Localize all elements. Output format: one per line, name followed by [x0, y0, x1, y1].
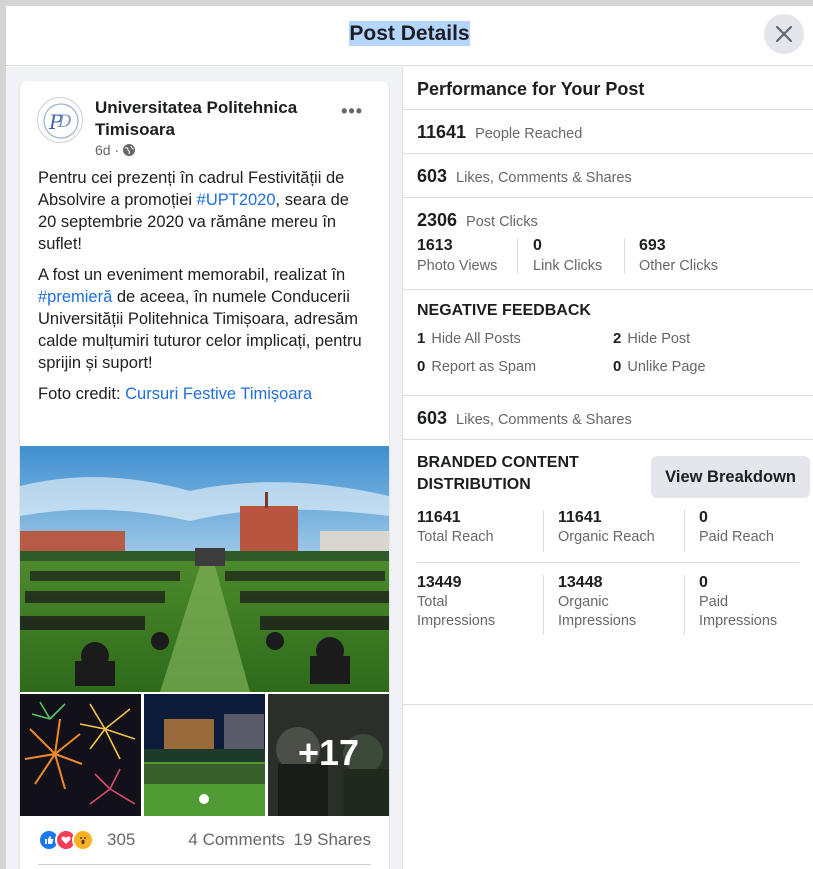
dialog-header: Post Details [6, 6, 813, 66]
performance-pane: Performance for Your Post 11641 People R… [403, 67, 813, 869]
negative-feedback-title: NEGATIVE FEEDBACK [417, 302, 591, 319]
photo-thumbnail[interactable] [144, 694, 265, 816]
other-clicks-value: 693 [639, 237, 666, 254]
organic-reach-stat: 11641 Organic Reach [558, 508, 698, 552]
paid-impressions-value: 0 [699, 574, 708, 591]
stadium-night-photo [144, 694, 265, 816]
paid-impressions-label: Paid Impressions [699, 594, 778, 629]
total-impressions-value: 13449 [417, 574, 462, 591]
more-photos-count: +17 [297, 732, 360, 773]
paid-impressions-stat: 0 Paid Impressions [699, 573, 799, 635]
wow-reaction-icon [72, 829, 94, 851]
reactions-bar: 305 4 Comments 19 Shares [38, 829, 371, 851]
page-avatar[interactable]: P D [37, 97, 83, 143]
post-paragraph: Pentru cei prezenți în cadrul Festivităț… [38, 169, 349, 253]
people-reached-label: People Reached [475, 126, 583, 142]
post-clicks-label: Post Clicks [466, 214, 538, 230]
total-reach-value: 11641 [417, 509, 461, 526]
organic-reach-label: Organic Reach [558, 529, 655, 545]
negative-feedback-grid: 1 Hide All Posts 2 Hide Post 0 Report as Sp… [417, 330, 799, 375]
photo-views-stat: 1613 Photo Views [417, 236, 517, 289]
post-paragraph: A fost un eveniment memorabil, realizat … [38, 266, 362, 372]
fireworks-photo [20, 694, 141, 816]
divider [38, 864, 371, 865]
engagement-label: Likes, Comments & Shares [456, 170, 632, 186]
post-author[interactable]: Universitatea Politehnica Timisoara [95, 97, 325, 141]
impression-stats: 13449 Total Impressions 13448 Organic Im… [417, 573, 799, 635]
post-card: P D Universitatea Politehnica Timisoara … [20, 81, 389, 869]
post-body: Pentru cei prezenți în cadrul Festivităț… [20, 167, 389, 405]
hide-post-stat: 2 Hide Post [613, 330, 691, 347]
dialog-title-text: Post Details [349, 21, 470, 46]
link-clicks-value: 0 [533, 237, 542, 254]
upt-logo-icon: P D [43, 103, 79, 139]
photo-thumbnail-more[interactable]: +17 [268, 694, 389, 816]
divider [543, 575, 544, 635]
globe-icon [123, 144, 136, 156]
post-preview-pane: P D Universitatea Politehnica Timisoara … [6, 67, 403, 869]
engagement-row: 603 Likes, Comments & Shares [403, 154, 813, 198]
post-age[interactable]: 6d · [95, 142, 119, 158]
organic-impressions-stat: 13448 Organic Impressions [558, 573, 668, 635]
performance-title: Performance for Your Post [403, 67, 813, 110]
more-options-icon[interactable]: ••• [341, 101, 363, 122]
link-clicks-label: Link Clicks [533, 258, 603, 274]
reach-stats: 11641 Total Reach 11641 Organic Reach 0 … [417, 508, 799, 552]
comments-count[interactable]: 4 Comments [188, 830, 284, 849]
negative-feedback: NEGATIVE FEEDBACK 1 Hide All Posts 2 Hide … [403, 290, 813, 396]
divider [417, 562, 799, 563]
hashtag-link[interactable]: #premieră [38, 288, 112, 306]
ceremony-photo [20, 446, 389, 692]
engagement-label: Likes, Comments & Shares [456, 412, 632, 428]
credit-link[interactable]: Cursuri Festive Timișoara [125, 385, 312, 403]
paid-reach-value: 0 [699, 509, 708, 526]
divider [684, 510, 685, 552]
reaction-icons[interactable] [38, 829, 94, 851]
close-button[interactable] [764, 14, 804, 54]
shares-count[interactable]: 19 Shares [294, 830, 372, 849]
engagement-counts: 4 Comments 19 Shares [184, 830, 371, 850]
engagement-value: 603 [417, 408, 448, 428]
hide-all-posts-stat: 1 Hide All Posts [417, 330, 521, 347]
branded-content: BRANDED CONTENT DISTRIBUTION View Breakd… [403, 440, 813, 705]
engagement-row-2: 603 Likes, Comments & Shares [403, 396, 813, 440]
photo-thumbnails: +17 [20, 694, 389, 816]
organic-impressions-label: Organic Impressions [558, 594, 637, 629]
organic-impressions-value: 13448 [558, 574, 603, 591]
total-impressions-stat: 13449 Total Impressions [417, 573, 527, 635]
branded-content-title: BRANDED CONTENT DISTRIBUTION [417, 454, 579, 493]
post-details-dialog: Post Details P D Universitatea Politehni… [6, 6, 813, 869]
report-spam-stat: 0 Report as Spam [417, 358, 537, 375]
post-header: P D Universitatea Politehnica Timisoara … [20, 81, 389, 167]
other-clicks-stat: 693 Other Clicks [625, 236, 718, 289]
photo-thumbnail[interactable] [20, 694, 141, 816]
dialog-title: Post Details [6, 21, 813, 46]
photo-views-value: 1613 [417, 237, 453, 254]
reaction-count[interactable]: 305 [107, 830, 135, 850]
post-clicks-value: 2306 [417, 210, 458, 230]
link-clicks-stat: 0 Link Clicks [518, 236, 624, 289]
unlike-page-stat: 0 Unlike Page [613, 358, 706, 375]
post-credit: Foto credit: Cursuri Festive Timișoara [38, 385, 313, 403]
organic-reach-value: 11641 [558, 509, 602, 526]
paid-reach-label: Paid Reach [699, 529, 774, 545]
close-icon [775, 25, 793, 43]
total-reach-stat: 11641 Total Reach [417, 508, 557, 552]
other-clicks-label: Other Clicks [639, 258, 718, 274]
main-photo[interactable] [20, 446, 389, 692]
divider [543, 510, 544, 552]
total-impressions-label: Total Impressions [417, 594, 496, 629]
people-reached-value: 11641 [417, 122, 467, 142]
divider [684, 575, 685, 635]
post-meta: 6d · [95, 142, 136, 158]
photo-views-label: Photo Views [417, 258, 498, 274]
people-reached-row: 11641 People Reached [403, 110, 813, 154]
hashtag-link[interactable]: #UPT2020 [197, 191, 276, 209]
paid-reach-stat: 0 Paid Reach [699, 508, 799, 552]
view-breakdown-button[interactable]: View Breakdown [651, 456, 810, 498]
svg-text:D: D [57, 112, 72, 132]
engagement-value: 603 [417, 166, 448, 186]
click-breakdown: 1613 Photo Views 0 Link Clicks 693 Other… [403, 236, 813, 290]
total-reach-label: Total Reach [417, 529, 494, 545]
